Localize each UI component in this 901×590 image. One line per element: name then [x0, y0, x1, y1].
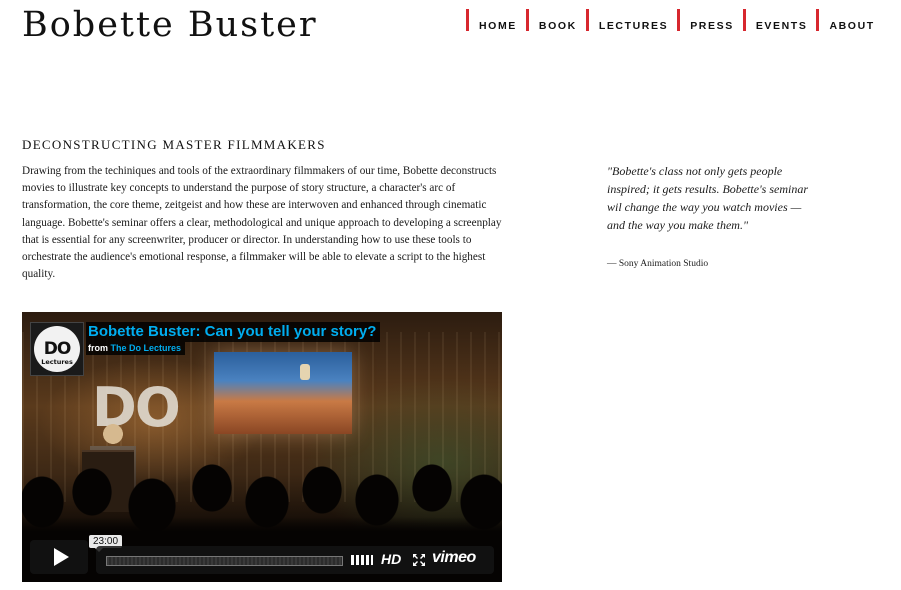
video-frame-projection-screen — [214, 352, 352, 434]
video-control-bar: HD vimeo — [96, 546, 494, 574]
volume-icon[interactable] — [351, 555, 373, 565]
channel-avatar[interactable]: DO Lectures — [30, 322, 84, 376]
nav-item-label: BOOK — [538, 20, 577, 32]
nav-item-about[interactable]: ABOUT — [816, 9, 875, 32]
play-button[interactable] — [30, 540, 88, 574]
section-body: Drawing from the techiniques and tools o… — [22, 165, 502, 281]
nav-item-label: HOME — [479, 20, 517, 32]
video-player[interactable]: DO DO Lectures Bobette Buster: Can you t… — [22, 312, 502, 582]
nav-item-press[interactable]: PRESS — [677, 9, 734, 32]
video-title-link[interactable]: Bobette Buster: Can you tell your story? — [86, 322, 381, 342]
nav-item-book[interactable]: BOOK — [525, 9, 577, 32]
avatar-logo-text: DO — [43, 339, 72, 359]
nav-item-lectures[interactable]: LECTURES — [585, 9, 669, 32]
nav-item-label: LECTURES — [598, 20, 669, 32]
main-nav: HOME BOOK LECTURES PRESS EVENTS ABOUT — [466, 9, 884, 32]
byline-channel-link[interactable]: The Do Lectures — [111, 343, 182, 353]
testimonial-quote: "Bobette's class not only gets people in… — [607, 164, 808, 232]
page: Bobette Buster HOME BOOK LECTURES PRESS … — [0, 0, 901, 590]
site-title[interactable]: Bobette Buster — [22, 5, 318, 45]
avatar-logo-subtext: Lectures — [41, 358, 73, 366]
play-icon — [53, 548, 69, 566]
vimeo-logo[interactable]: vimeo — [432, 549, 476, 567]
do-lectures-logo: DO Lectures — [34, 326, 80, 372]
nav-item-events[interactable]: EVENTS — [742, 9, 808, 32]
testimonial-source: — Sony Animation Studio — [607, 259, 709, 269]
fullscreen-icon[interactable] — [412, 553, 426, 567]
nav-item-label: PRESS — [690, 20, 734, 32]
video-byline: from The Do Lectures — [86, 342, 186, 355]
byline-prefix: from — [88, 343, 108, 353]
section-heading: DECONSTRUCTING MASTER FILMMAKERS — [22, 137, 326, 152]
progress-bar[interactable] — [106, 556, 343, 566]
hd-toggle-button[interactable]: HD — [381, 551, 401, 567]
video-frame-figure — [300, 364, 310, 380]
nav-item-home[interactable]: HOME — [466, 9, 517, 32]
nav-item-label: ABOUT — [829, 20, 875, 32]
nav-item-label: EVENTS — [755, 20, 808, 32]
